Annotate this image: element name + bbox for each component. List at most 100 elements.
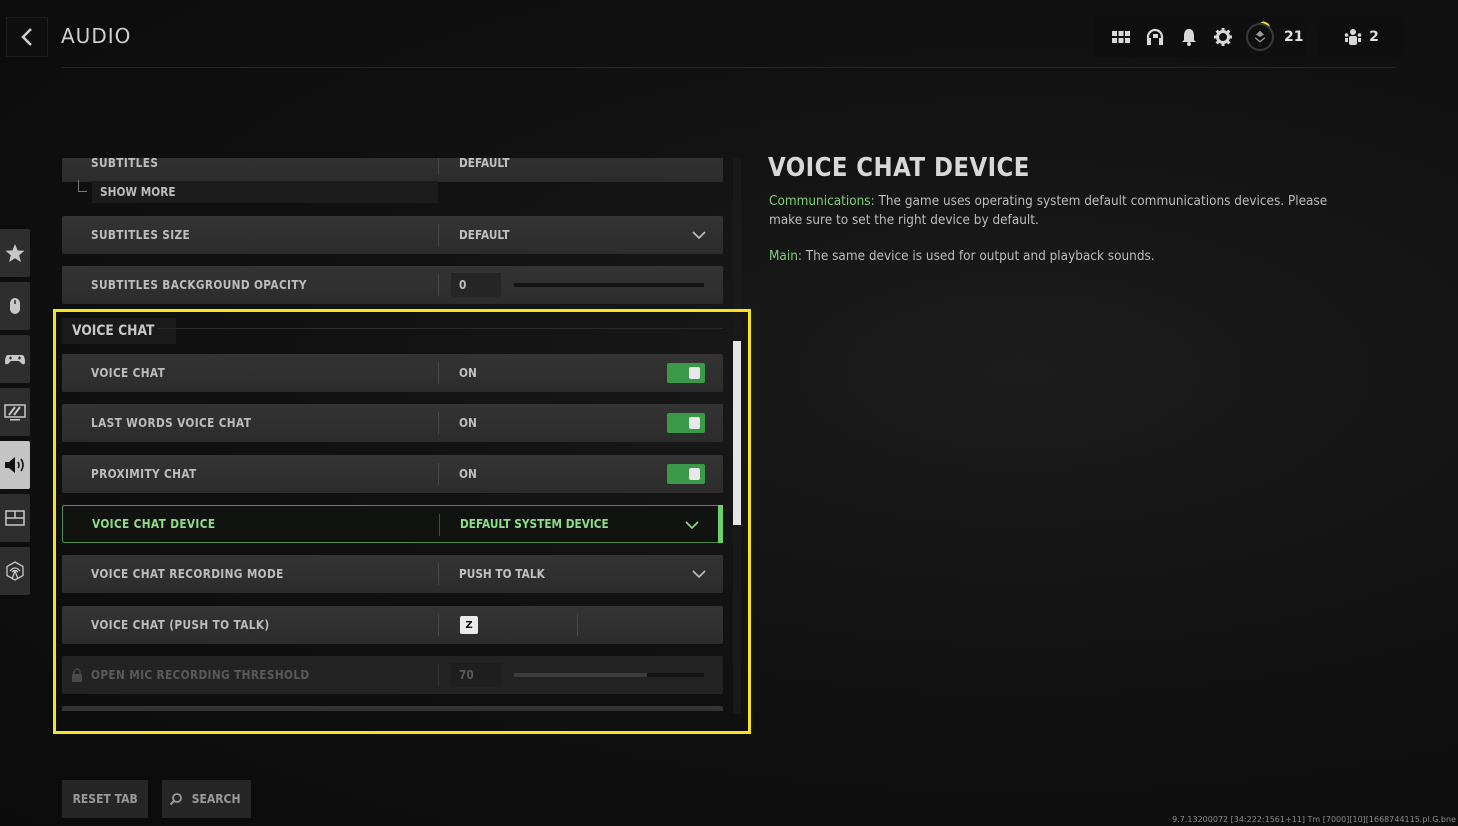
row-divider xyxy=(438,563,439,585)
setting-value: ON xyxy=(459,366,477,380)
mouse-icon xyxy=(10,298,20,314)
setting-row-proximity-chat[interactable]: PROXIMITY CHAT ON xyxy=(62,455,723,493)
rail-item-mouse[interactable] xyxy=(0,282,30,330)
setting-label: LAST WORDS VOICE CHAT xyxy=(91,416,252,430)
description-title: VOICE CHAT DEVICE xyxy=(768,153,1030,183)
description-paragraph-main: Main: The same device is used for output… xyxy=(769,247,1346,266)
layout-icon xyxy=(5,510,25,526)
headset-button[interactable] xyxy=(1138,24,1172,50)
headset-icon xyxy=(1146,28,1164,45)
proximity-chat-toggle[interactable] xyxy=(667,464,705,484)
party-count: 2 xyxy=(1369,29,1379,45)
back-button[interactable] xyxy=(6,17,48,57)
setting-row-next[interactable] xyxy=(62,706,723,711)
setting-label: VOICE CHAT DEVICE xyxy=(92,517,216,531)
lock-icon xyxy=(72,668,82,682)
top-icon-bar: 21 xyxy=(1094,17,1306,57)
setting-row-recording-mode[interactable]: VOICE CHAT RECORDING MODE PUSH TO TALK xyxy=(62,555,723,593)
chevron-down-icon xyxy=(685,521,699,530)
row-divider xyxy=(438,362,439,384)
voice-chat-toggle[interactable] xyxy=(667,363,705,383)
settings-button[interactable] xyxy=(1206,24,1240,50)
gamepad-icon xyxy=(5,355,25,365)
section-header-voice-chat: VOICE CHAT xyxy=(62,318,176,344)
header-divider xyxy=(62,67,1396,68)
tree-connector xyxy=(78,180,87,192)
search-icon xyxy=(170,793,183,806)
description-key: Communications: xyxy=(769,194,875,209)
network-icon xyxy=(6,561,24,581)
setting-row-subtitles-size[interactable]: SUBTITLES SIZE DEFAULT xyxy=(62,216,723,254)
notifications-button[interactable] xyxy=(1172,24,1206,50)
star-icon xyxy=(5,244,25,262)
row-divider xyxy=(438,158,439,174)
grid-menu-icon xyxy=(1112,31,1130,43)
description-text: The same device is used for output and p… xyxy=(801,249,1155,264)
rail-item-audio[interactable] xyxy=(0,441,30,489)
setting-label: OPEN MIC RECORDING THRESHOLD xyxy=(91,668,310,682)
section-divider xyxy=(158,328,723,329)
build-info: 9.7.13200072 [34:222:1561+11] Tm [7000][… xyxy=(1172,815,1456,824)
scrollbar-thumb[interactable] xyxy=(733,341,741,525)
row-divider xyxy=(438,664,439,686)
show-more-label: SHOW MORE xyxy=(100,185,176,199)
keybind-divider xyxy=(577,614,578,636)
opacity-slider[interactable] xyxy=(514,283,704,287)
search-button[interactable]: SEARCH xyxy=(162,780,251,818)
setting-label: VOICE CHAT RECORDING MODE xyxy=(91,567,284,581)
speaker-icon xyxy=(5,457,24,473)
setting-value: PUSH TO TALK xyxy=(459,567,545,581)
setting-value: ON xyxy=(459,416,477,430)
setting-value: ON xyxy=(459,467,477,481)
party-button[interactable]: 2 xyxy=(1318,17,1404,57)
section-title: VOICE CHAT xyxy=(72,323,155,339)
search-label: SEARCH xyxy=(192,792,241,806)
rank-level: 21 xyxy=(1284,29,1304,45)
slider-fill xyxy=(514,673,647,677)
rail-item-graphics[interactable] xyxy=(0,388,30,436)
setting-label: PROXIMITY CHAT xyxy=(91,467,197,481)
setting-label: VOICE CHAT xyxy=(91,366,166,380)
setting-value: DEFAULT SYSTEM DEVICE xyxy=(460,517,609,531)
setting-row-open-mic-threshold: OPEN MIC RECORDING THRESHOLD 70 xyxy=(62,656,723,694)
setting-value: DEFAULT xyxy=(459,228,510,242)
rail-item-favorites[interactable] xyxy=(0,229,30,277)
setting-row-subtitles[interactable]: SUBTITLES DEFAULT xyxy=(62,158,723,182)
player-rank[interactable]: 21 xyxy=(1246,23,1303,51)
row-divider xyxy=(438,224,439,246)
setting-row-voice-chat-device[interactable]: VOICE CHAT DEVICE DEFAULT SYSTEM DEVICE xyxy=(62,505,723,543)
setting-row-last-words[interactable]: LAST WORDS VOICE CHAT ON xyxy=(62,404,723,442)
reset-tab-button[interactable]: RESET TAB xyxy=(62,780,148,818)
bell-icon xyxy=(1182,29,1196,46)
description-paragraph-communications: Communications: The game uses operating … xyxy=(769,192,1346,230)
setting-row-subtitles-bg-opacity[interactable]: SUBTITLES BACKGROUND OPACITY 0 xyxy=(62,266,723,304)
setting-row-voice-chat[interactable]: VOICE CHAT ON xyxy=(62,354,723,392)
description-key: Main: xyxy=(769,249,802,264)
party-icon xyxy=(1344,29,1362,45)
setting-label: SUBTITLES SIZE xyxy=(91,228,191,242)
setting-value: 70 xyxy=(459,668,474,682)
setting-value: DEFAULT xyxy=(459,158,510,170)
reset-tab-label: RESET TAB xyxy=(72,792,138,806)
row-divider xyxy=(438,412,439,434)
focus-indicator xyxy=(718,505,723,543)
setting-value: 0 xyxy=(459,278,467,292)
row-divider xyxy=(438,274,439,296)
row-divider xyxy=(439,514,440,536)
last-words-toggle[interactable] xyxy=(667,413,705,433)
grid-menu-button[interactable] xyxy=(1104,24,1138,50)
threshold-slider xyxy=(514,673,704,677)
row-divider xyxy=(438,614,439,636)
keybind-primary[interactable]: Z xyxy=(460,616,478,634)
show-more-button[interactable]: SHOW MORE xyxy=(92,181,438,203)
row-divider xyxy=(438,463,439,485)
rail-item-interface[interactable] xyxy=(0,494,30,542)
rail-item-controller[interactable] xyxy=(0,335,30,383)
setting-row-push-to-talk[interactable]: VOICE CHAT (PUSH TO TALK) Z xyxy=(62,606,723,644)
rail-item-network[interactable] xyxy=(0,547,30,595)
setting-label: SUBTITLES xyxy=(91,158,159,170)
page-title: AUDIO xyxy=(61,24,132,48)
chevron-left-icon xyxy=(21,28,32,46)
settings-scrollbar[interactable] xyxy=(733,158,741,714)
settings-list: SUBTITLES DEFAULT SHOW MORE SUBTITLES SI… xyxy=(62,158,723,711)
